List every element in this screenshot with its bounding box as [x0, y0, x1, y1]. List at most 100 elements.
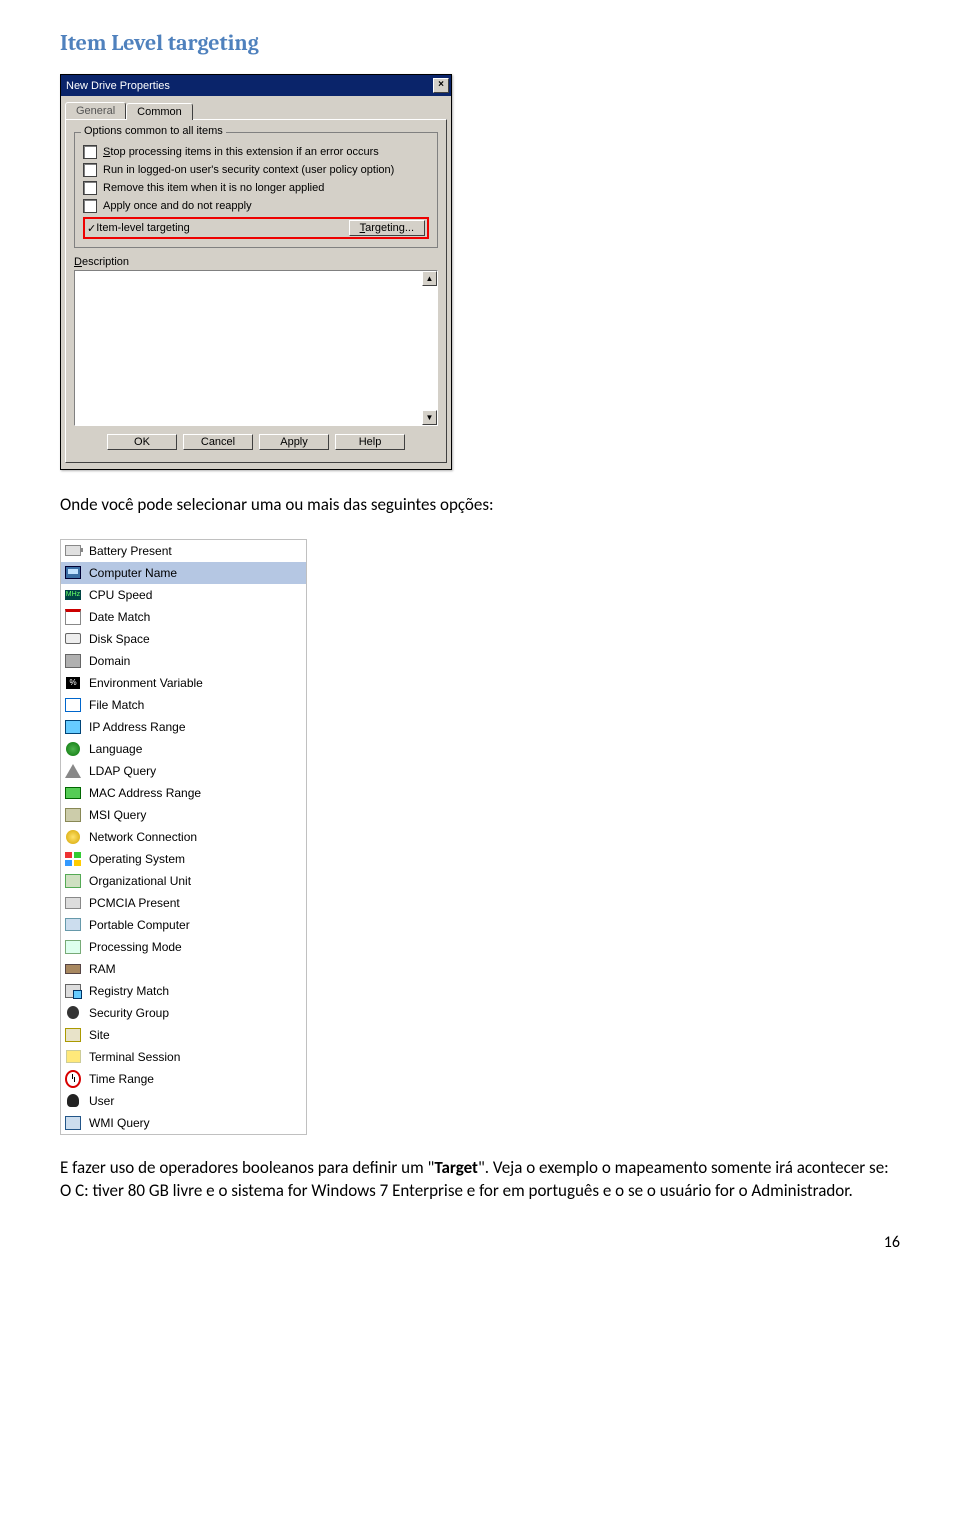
paragraph-1: Onde você pode selecionar uma ou mais da…: [60, 494, 900, 517]
targeting-options-list: Battery Present Computer Name MHzCPU Speed…: [60, 539, 307, 1135]
option-label: Disk Space: [89, 632, 150, 646]
time-icon: [65, 1071, 81, 1087]
option-ip[interactable]: IP Address Range: [61, 716, 306, 738]
option-label: Security Group: [89, 1006, 169, 1020]
section-heading: Item Level targeting: [60, 30, 900, 56]
option-file[interactable]: File Match: [61, 694, 306, 716]
wmi-icon: [65, 1115, 81, 1131]
option-label: Terminal Session: [89, 1050, 180, 1064]
option-ram[interactable]: RAM: [61, 958, 306, 980]
check-label-stop: Stop processing items in this extension …: [103, 146, 379, 158]
option-ldap[interactable]: LDAP Query: [61, 760, 306, 782]
ok-button[interactable]: OK: [107, 434, 177, 450]
option-label: MSI Query: [89, 808, 146, 822]
option-label: LDAP Query: [89, 764, 156, 778]
checkbox-applyonce[interactable]: [83, 199, 97, 213]
highlight-item-level: ✓ Item-level targeting Targeting...: [83, 217, 429, 239]
option-date[interactable]: Date Match: [61, 606, 306, 628]
tab-common[interactable]: Common: [126, 103, 193, 120]
close-icon[interactable]: ×: [433, 78, 449, 93]
date-icon: [65, 609, 81, 625]
option-label: Operating System: [89, 852, 185, 866]
net-icon: [65, 829, 81, 845]
tab-panel-common: Options common to all items Stop process…: [65, 119, 447, 463]
apply-button[interactable]: Apply: [259, 434, 329, 450]
dialog-titlebar[interactable]: New Drive Properties ×: [61, 75, 451, 96]
option-label: Portable Computer: [89, 918, 190, 932]
option-battery[interactable]: Battery Present: [61, 540, 306, 562]
term-icon: [65, 1049, 81, 1065]
option-reg[interactable]: Registry Match: [61, 980, 306, 1002]
option-ou[interactable]: Organizational Unit: [61, 870, 306, 892]
option-label: Computer Name: [89, 566, 177, 580]
option-mac[interactable]: MAC Address Range: [61, 782, 306, 804]
page-number: 16: [60, 1233, 900, 1252]
lang-icon: [65, 741, 81, 757]
domain-icon: [65, 653, 81, 669]
option-os[interactable]: Operating System: [61, 848, 306, 870]
option-user[interactable]: User: [61, 1090, 306, 1112]
option-sec[interactable]: Security Group: [61, 1002, 306, 1024]
check-label-applyonce: Apply once and do not reapply: [103, 200, 252, 212]
description-label: Description: [74, 256, 438, 268]
port-icon: [65, 917, 81, 933]
option-env[interactable]: % Environment Variable: [61, 672, 306, 694]
option-label: Language: [89, 742, 142, 756]
option-computer[interactable]: Computer Name: [61, 562, 306, 584]
ip-icon: [65, 719, 81, 735]
option-label: Date Match: [89, 610, 150, 624]
reg-icon: [65, 983, 81, 999]
option-label: Organizational Unit: [89, 874, 191, 888]
groupbox-legend: Options common to all items: [81, 125, 226, 137]
option-label: PCMCIA Present: [89, 896, 180, 910]
dialog-title: New Drive Properties: [66, 80, 170, 92]
option-wmi[interactable]: WMI Query: [61, 1112, 306, 1134]
mac-icon: [65, 785, 81, 801]
ldap-icon: [65, 763, 81, 779]
check-label-remove: Remove this item when it is no longer ap…: [103, 182, 324, 194]
option-label: Registry Match: [89, 984, 169, 998]
file-icon: [65, 697, 81, 713]
option-pcm[interactable]: PCMCIA Present: [61, 892, 306, 914]
option-disk[interactable]: Disk Space: [61, 628, 306, 650]
option-label: Time Range: [89, 1072, 154, 1086]
sec-icon: [65, 1005, 81, 1021]
checkbox-remove[interactable]: [83, 181, 97, 195]
option-lang[interactable]: Language: [61, 738, 306, 760]
option-port[interactable]: Portable Computer: [61, 914, 306, 936]
cancel-button[interactable]: Cancel: [183, 434, 253, 450]
option-msi[interactable]: MSI Query: [61, 804, 306, 826]
check-label-runctx: Run in logged-on user's security context…: [103, 164, 394, 176]
option-label: File Match: [89, 698, 144, 712]
help-button[interactable]: Help: [335, 434, 405, 450]
scroll-up-icon[interactable]: ▲: [422, 271, 437, 286]
option-cpu[interactable]: MHzCPU Speed: [61, 584, 306, 606]
msi-icon: [65, 807, 81, 823]
computer-icon: [65, 565, 81, 581]
description-textarea[interactable]: ▲ ▼: [74, 270, 438, 426]
option-net[interactable]: Network Connection: [61, 826, 306, 848]
option-label: Domain: [89, 654, 130, 668]
checkbox-runctx[interactable]: [83, 163, 97, 177]
option-proc[interactable]: Processing Mode: [61, 936, 306, 958]
options-groupbox: Options common to all items Stop process…: [74, 132, 438, 248]
checkbox-stop[interactable]: [83, 145, 97, 159]
check-label-itemlevel: Item-level targeting: [96, 222, 190, 234]
targeting-button[interactable]: Targeting...: [349, 220, 425, 236]
checkbox-itemlevel[interactable]: ✓: [87, 222, 96, 235]
tab-general[interactable]: General: [65, 102, 126, 119]
battery-icon: [65, 543, 81, 559]
option-time[interactable]: Time Range: [61, 1068, 306, 1090]
option-label: RAM: [89, 962, 116, 976]
option-label: IP Address Range: [89, 720, 186, 734]
option-label: Environment Variable: [89, 676, 203, 690]
option-site[interactable]: Site: [61, 1024, 306, 1046]
option-label: WMI Query: [89, 1116, 150, 1130]
option-term[interactable]: Terminal Session: [61, 1046, 306, 1068]
option-label: Battery Present: [89, 544, 172, 558]
env-icon: %: [65, 675, 81, 691]
option-label: Site: [89, 1028, 110, 1042]
ram-icon: [65, 961, 81, 977]
scroll-down-icon[interactable]: ▼: [422, 410, 437, 425]
option-domain[interactable]: Domain: [61, 650, 306, 672]
